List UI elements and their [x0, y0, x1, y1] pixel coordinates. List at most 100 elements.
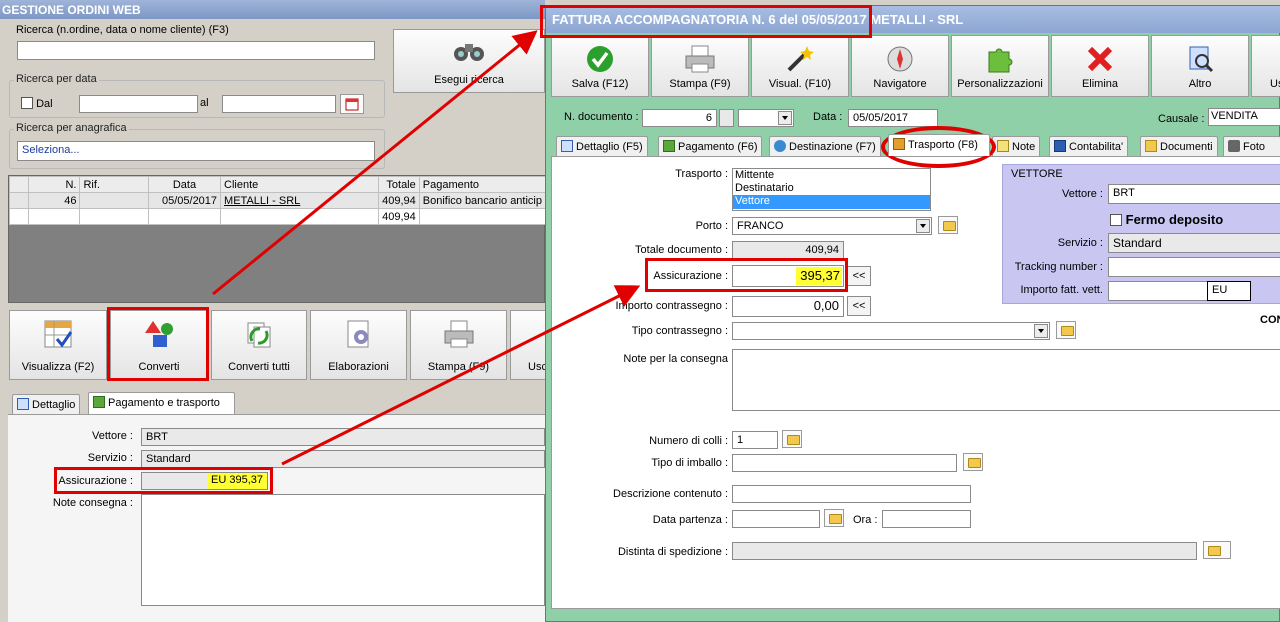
book-icon — [1054, 140, 1066, 152]
calendar-icon[interactable] — [340, 94, 364, 114]
elimina-button[interactable]: Elimina — [1051, 35, 1149, 97]
esci-button-back[interactable]: Usc — [510, 310, 550, 380]
tipo-contr-folder-icon[interactable] — [1056, 321, 1076, 339]
elaborazioni-button[interactable]: Elaborazioni — [310, 310, 407, 380]
tab-note[interactable]: Note — [992, 136, 1041, 156]
altro-button[interactable]: Altro — [1151, 35, 1249, 97]
importo-vett-field[interactable] — [1108, 281, 1208, 301]
tab-destinazione[interactable]: Destinazione (F7) — [769, 136, 881, 156]
tracking-label: Tracking number : — [1014, 261, 1103, 273]
colli-field[interactable]: 1 — [732, 431, 778, 449]
imballo-field[interactable] — [732, 454, 957, 472]
orders-table-area: N. Rif. Data Cliente Totale Pagamento 46… — [8, 175, 547, 303]
tab-dettaglio[interactable]: Dettaglio (F5) — [556, 136, 648, 156]
back-tab-dettaglio[interactable]: Dettaglio — [12, 394, 81, 414]
al-date-input[interactable] — [222, 95, 336, 113]
tab-trasporto[interactable]: Trasporto (F8) — [888, 134, 990, 156]
converti-button[interactable]: Converti — [110, 310, 208, 380]
back-note-field[interactable] — [141, 494, 545, 606]
dal-checkbox[interactable]: Dal — [21, 97, 53, 110]
tab-contabilita[interactable]: Contabilita' — [1049, 136, 1129, 156]
distinta-folder-icon[interactable] — [1203, 541, 1231, 559]
porto-label: Porto : — [695, 220, 728, 232]
contrassegno-field[interactable]: 0,00 — [732, 296, 844, 317]
esci-button[interactable]: Us — [1251, 35, 1280, 97]
check-circle-icon — [587, 46, 613, 72]
printer-icon — [444, 320, 473, 348]
trasporto-listbox[interactable]: Mittente Destinatario Vettore — [732, 168, 931, 211]
causale-field[interactable]: VENDITA — [1208, 108, 1280, 126]
trasporto-option-vettore[interactable]: Vettore — [733, 195, 930, 209]
dal-date-input[interactable] — [79, 95, 198, 113]
porto-select[interactable]: FRANCO — [732, 217, 932, 235]
col-cliente: Cliente — [220, 176, 380, 193]
anag-select[interactable]: Seleziona... — [17, 141, 375, 161]
back-assic-value: EU 395,37 — [208, 473, 267, 489]
data-field[interactable]: 05/05/2017 — [848, 109, 938, 127]
importo-vett-currency[interactable]: EU — [1207, 281, 1251, 301]
personalizzazioni-button[interactable]: Personalizzazioni — [951, 35, 1049, 97]
back-note-label: Note consegna : — [52, 497, 133, 509]
note-icon — [997, 140, 1009, 152]
servizio-label: Servizio : — [1057, 237, 1103, 249]
porto-folder-icon[interactable] — [938, 216, 958, 234]
col-rif: Rif. — [79, 176, 149, 193]
assic-field[interactable]: 395,37 — [732, 265, 844, 287]
search-input[interactable] — [17, 41, 375, 60]
stampa-button[interactable]: Stampa (F9) — [651, 35, 749, 97]
visual-button[interactable]: Visual. (F10) — [751, 35, 849, 97]
globe-icon — [774, 140, 786, 152]
ndoc-field[interactable]: 6 — [642, 109, 717, 127]
search-button-label: Esegui ricerca — [434, 74, 504, 86]
note-consegna-field[interactable] — [732, 349, 1280, 411]
converti-tutti-button[interactable]: Converti tutti — [211, 310, 307, 380]
tab-documenti[interactable]: Documenti — [1140, 136, 1218, 156]
col-data: Data — [147, 176, 222, 193]
ndoc-label: N. documento : — [564, 111, 639, 123]
back-tab-pagamento-trasporto[interactable]: Pagamento e trasporto — [88, 392, 235, 414]
tracking-field[interactable] — [1108, 257, 1280, 277]
dal-label: Dal — [36, 98, 53, 110]
vettore-panel: VETTORE Vettore : BRT Fermo deposito Ser… — [1002, 164, 1280, 304]
salva-button[interactable]: Salva (F12) — [551, 35, 649, 97]
al-label: al — [200, 97, 209, 109]
col-n: N. — [28, 176, 81, 193]
tab-pagamento[interactable]: Pagamento (F6) — [658, 136, 763, 156]
totale-label: Totale documento : — [635, 244, 728, 256]
descr-label: Descrizione contenuto : — [613, 488, 728, 500]
trasporto-option-destinatario[interactable]: Destinatario — [733, 182, 930, 195]
trasporto-option-mittente[interactable]: Mittente — [733, 169, 930, 182]
colli-folder-icon[interactable] — [782, 430, 802, 448]
visualizza-button[interactable]: Visualizza (F2) — [9, 310, 107, 380]
descr-field[interactable] — [732, 485, 971, 503]
table-row[interactable]: 46 05/05/2017 METALLI - SRL 409,94 Bonif… — [8, 192, 547, 209]
convert-shapes-icon — [145, 321, 173, 347]
search-button[interactable]: Esegui ricerca — [393, 29, 545, 93]
ora-field[interactable] — [882, 510, 971, 528]
servizio-field: Standard — [1108, 233, 1280, 253]
ndoc-series-select[interactable] — [738, 109, 794, 127]
partenza-folder-icon[interactable] — [824, 509, 844, 527]
vettore-field[interactable]: BRT — [1108, 184, 1280, 204]
tipo-contr-select[interactable] — [732, 322, 1050, 340]
contrassegno-copy-button[interactable]: << — [847, 296, 871, 316]
imballo-folder-icon[interactable] — [963, 453, 983, 471]
navigatore-button[interactable]: Navigatore — [851, 35, 949, 97]
stampa-button-back[interactable]: Stampa (F9) — [410, 310, 507, 380]
tab-foto[interactable]: Foto — [1223, 136, 1280, 156]
con-label: CON — [1260, 314, 1280, 326]
causale-label: Causale : — [1158, 113, 1205, 125]
money-icon — [93, 396, 105, 408]
back-assic-field: EU 395,37 — [141, 472, 268, 490]
note-consegna-label: Note per la consegna — [623, 353, 728, 365]
assic-copy-button[interactable]: << — [847, 266, 871, 286]
fermo-deposito-checkbox[interactable]: Fermo deposito — [1110, 212, 1223, 227]
totale-field: 409,94 — [732, 241, 844, 259]
partenza-field[interactable] — [732, 510, 820, 528]
delete-x-icon — [1087, 46, 1113, 72]
table-row[interactable]: 409,94 — [8, 208, 547, 225]
tipo-contr-label: Tipo contrassegno : — [631, 325, 728, 337]
col-totale: Totale — [378, 176, 420, 193]
front-window: FATTURA ACCOMPAGNATORIA N. 6 del 05/05/2… — [545, 5, 1280, 622]
ndoc-suffix-field[interactable] — [719, 109, 734, 127]
